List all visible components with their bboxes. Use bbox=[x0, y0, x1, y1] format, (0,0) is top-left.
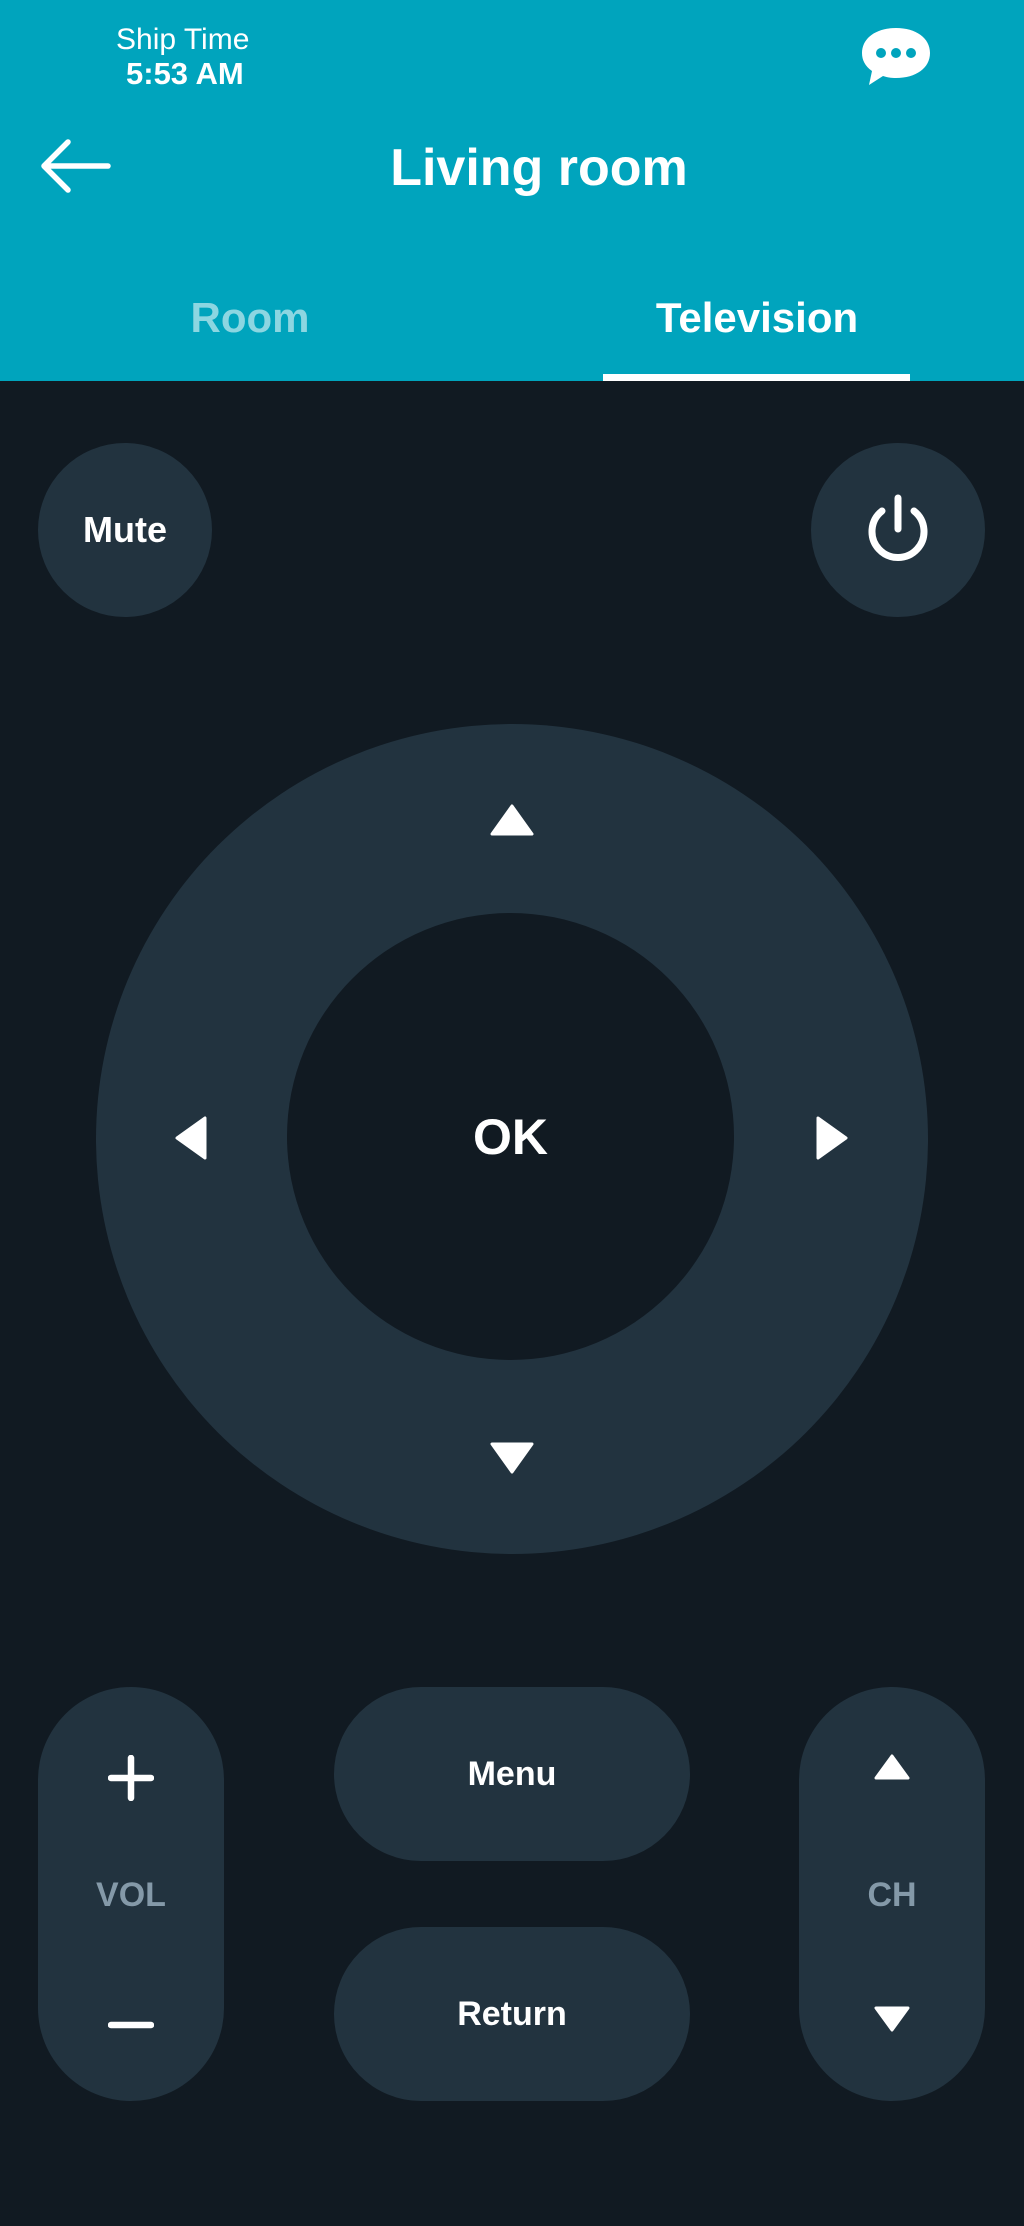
channel-down-button[interactable] bbox=[832, 1974, 952, 2064]
ship-time-value: 5:53 AM bbox=[126, 56, 244, 91]
tab-room[interactable]: Room bbox=[130, 290, 370, 346]
page-title: Living room bbox=[390, 139, 688, 197]
active-tab-indicator bbox=[603, 374, 910, 381]
plus-icon bbox=[108, 1755, 154, 1801]
dpad-up-button[interactable] bbox=[457, 765, 567, 875]
channel-label: CH bbox=[867, 1876, 917, 1914]
tab-television[interactable]: Television bbox=[604, 290, 910, 346]
menu-button[interactable]: Menu bbox=[334, 1687, 690, 1861]
triangle-up-icon bbox=[490, 804, 534, 836]
chat-button[interactable] bbox=[858, 24, 934, 90]
triangle-right-icon bbox=[816, 1116, 848, 1160]
volume-down-button[interactable] bbox=[71, 1980, 191, 2070]
dpad-down-button[interactable] bbox=[457, 1403, 567, 1513]
ok-button[interactable]: OK bbox=[287, 913, 734, 1360]
mute-button[interactable]: Mute bbox=[38, 443, 212, 617]
triangle-left-icon bbox=[175, 1116, 207, 1160]
power-icon bbox=[868, 494, 928, 561]
return-button[interactable]: Return bbox=[334, 1927, 690, 2101]
dpad-left-button[interactable] bbox=[136, 1083, 246, 1193]
volume-label: VOL bbox=[96, 1876, 166, 1914]
minus-icon bbox=[108, 2021, 154, 2029]
volume-up-button[interactable] bbox=[71, 1733, 191, 1823]
triangle-up-icon bbox=[874, 1754, 910, 1780]
dpad-right-button[interactable] bbox=[777, 1083, 887, 1193]
triangle-down-icon bbox=[490, 1442, 534, 1474]
triangle-down-icon bbox=[874, 2006, 910, 2032]
chat-bubble-icon bbox=[862, 28, 930, 85]
ship-time-label: Ship Time bbox=[116, 23, 250, 56]
channel-up-button[interactable] bbox=[832, 1722, 952, 1812]
power-button[interactable] bbox=[811, 443, 985, 617]
